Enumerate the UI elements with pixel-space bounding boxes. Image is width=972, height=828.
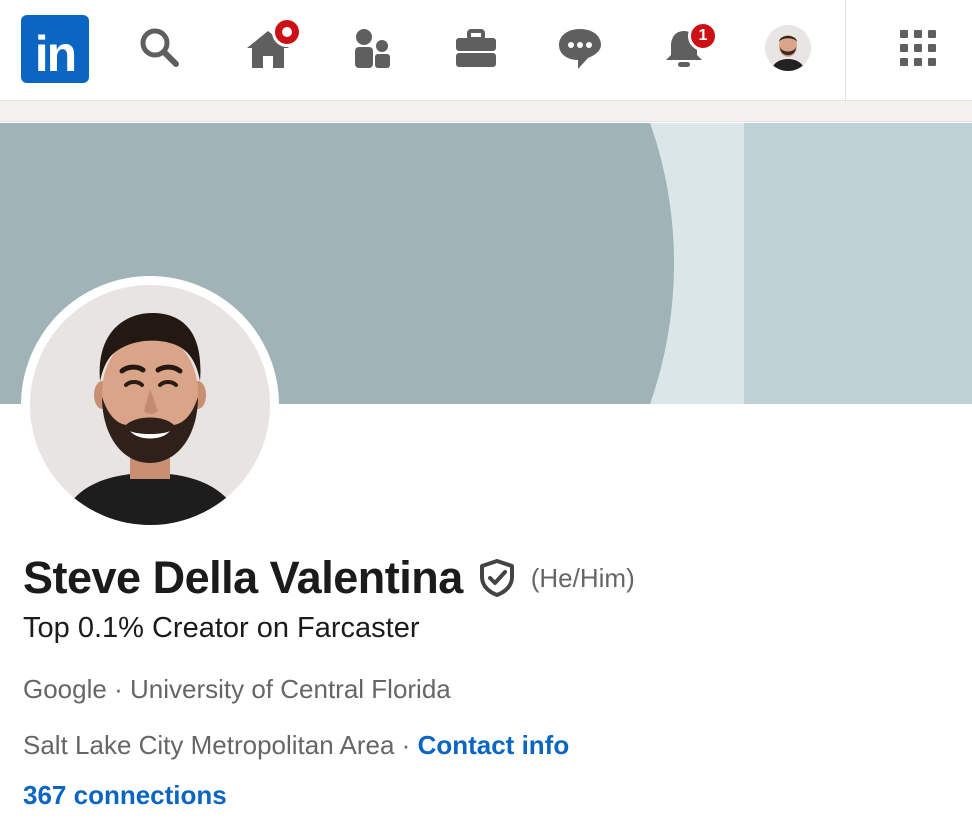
messaging-icon[interactable] xyxy=(552,22,608,74)
profile-org-line: Google · University of Central Florida xyxy=(23,674,451,705)
connections-link[interactable]: 367 connections xyxy=(23,780,227,811)
linkedin-logo[interactable]: in xyxy=(21,15,89,83)
current-company[interactable]: Google xyxy=(23,674,107,704)
apps-grid-icon[interactable] xyxy=(890,22,946,74)
separator-dot: · xyxy=(114,674,123,704)
profile-headline: Top 0.1% Creator on Farcaster xyxy=(23,612,420,644)
contact-info-link[interactable]: Contact info xyxy=(418,730,570,760)
education-school[interactable]: University of Central Florida xyxy=(130,674,451,704)
search-icon[interactable] xyxy=(132,22,188,74)
global-nav: in 1 xyxy=(0,0,972,100)
profile-photo-frame xyxy=(21,276,279,534)
profile-name: Steve Della Valentina xyxy=(23,552,463,603)
jobs-briefcase-icon[interactable] xyxy=(448,22,504,74)
me-avatar[interactable] xyxy=(765,25,811,71)
my-network-icon[interactable] xyxy=(344,22,400,74)
home-notification-dot xyxy=(272,17,302,47)
notifications-count-badge: 1 xyxy=(688,21,718,51)
profile-location-line: Salt Lake City Metropolitan Area · Conta… xyxy=(23,730,569,761)
nav-bottom-strip xyxy=(0,100,972,122)
separator-dot: · xyxy=(401,730,411,760)
profile-location: Salt Lake City Metropolitan Area xyxy=(23,730,395,760)
profile-name-row: Steve Della Valentina (He/Him) xyxy=(23,552,635,604)
notifications-bell-icon[interactable]: 1 xyxy=(656,21,718,74)
home-icon[interactable] xyxy=(240,17,302,74)
nav-divider xyxy=(845,0,846,100)
shield-check-icon[interactable] xyxy=(477,558,517,598)
profile-pronouns: (He/Him) xyxy=(530,562,635,593)
profile-photo[interactable] xyxy=(30,285,270,525)
